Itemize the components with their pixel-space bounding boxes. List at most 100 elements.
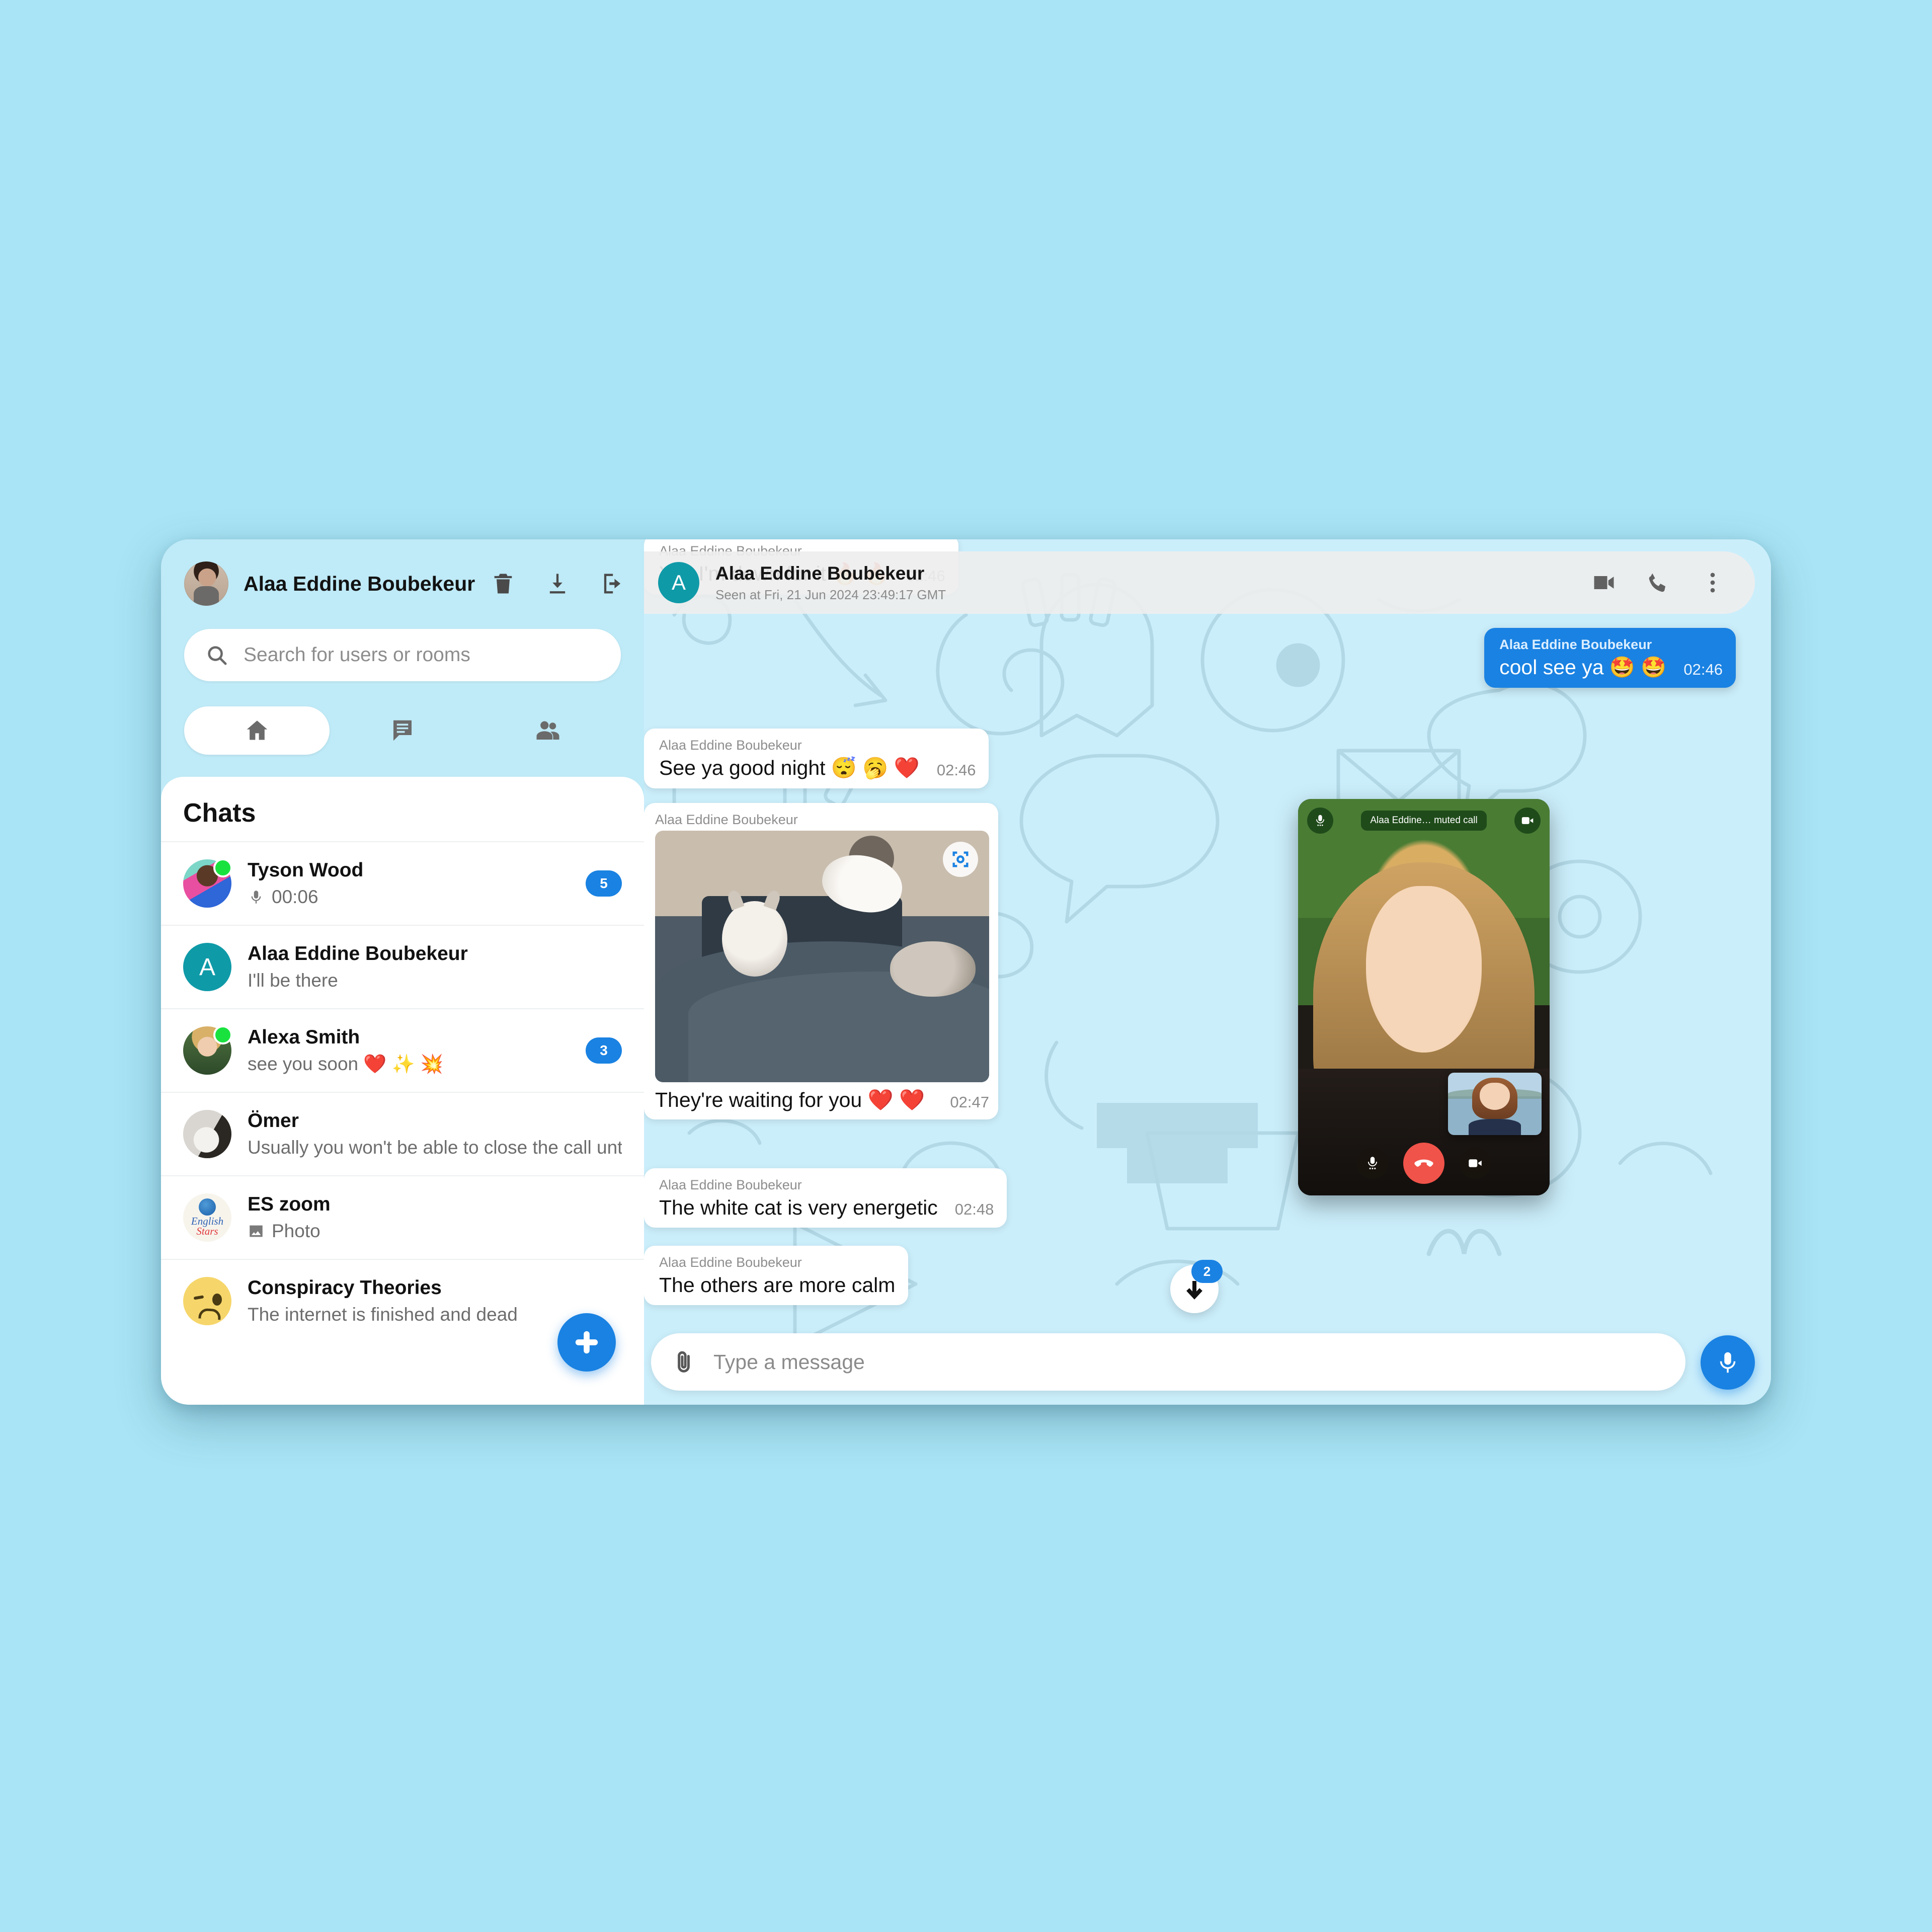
- voice-record-button[interactable]: [1701, 1335, 1755, 1390]
- list-item[interactable]: Ömer Usually you won't be able to close …: [161, 1092, 644, 1175]
- list-item-name: Ömer: [248, 1110, 299, 1132]
- message-bubble[interactable]: Alaa Eddine Boubekeur The white cat is v…: [644, 1168, 1007, 1228]
- download-icon[interactable]: [544, 571, 571, 597]
- microphone-icon: [1720, 1352, 1736, 1373]
- unread-badge: 2: [1191, 1260, 1223, 1283]
- list-item[interactable]: English Stars ES zoom Photo: [161, 1175, 644, 1259]
- list-item[interactable]: A Alaa Eddine Boubekeur I'll be there: [161, 925, 644, 1008]
- list-item-preview: I'll be there: [248, 970, 622, 991]
- message-image[interactable]: [655, 831, 989, 1082]
- camera-toggle-button[interactable]: [1460, 1148, 1491, 1179]
- message-sender: Alaa Eddine Boubekeur: [1499, 637, 1652, 652]
- online-status-dot: [213, 858, 232, 877]
- mic-toggle-button[interactable]: [1357, 1148, 1388, 1179]
- paperclip-icon[interactable]: [671, 1349, 696, 1375]
- search-box[interactable]: [184, 629, 621, 681]
- list-item[interactable]: Tyson Wood 00:06 5: [161, 841, 644, 925]
- delete-icon[interactable]: [490, 571, 516, 597]
- sidebar-item-home[interactable]: [184, 706, 330, 755]
- message-bubble[interactable]: Alaa Eddine Boubekeur See ya good night …: [644, 729, 989, 788]
- sidebar-header-actions: [490, 571, 630, 597]
- list-item-preview-text: I'll be there: [248, 970, 338, 991]
- sidebar-item-chats[interactable]: [330, 706, 475, 755]
- phone-call-icon[interactable]: [1645, 570, 1671, 596]
- list-item-preview-text: Usually you won't be able to close the c…: [248, 1137, 622, 1158]
- video-camera-icon: [1469, 1159, 1482, 1167]
- list-item-preview-text: see you soon ❤️ ✨ 💥: [248, 1053, 444, 1074]
- list-item-preview: Usually you won't be able to close the c…: [248, 1137, 622, 1158]
- message-row: Alaa Eddine Boubekeur They're waiting fo…: [644, 803, 998, 1119]
- message-bubble-photo[interactable]: Alaa Eddine Boubekeur They're waiting fo…: [644, 803, 998, 1119]
- profile-name: Alaa Eddine Boubekeur: [244, 572, 475, 595]
- message-sender: Alaa Eddine Boubekeur: [655, 812, 798, 827]
- list-item-name: Tyson Wood: [248, 859, 364, 881]
- message-row: Alaa Eddine Boubekeur cool see ya 🤩 🤩 02…: [1484, 628, 1736, 688]
- message-sender: Alaa Eddine Boubekeur: [659, 1177, 802, 1192]
- unread-badge: 3: [586, 1037, 622, 1064]
- message-input[interactable]: [712, 1349, 1665, 1375]
- video-camera-icon[interactable]: [1514, 808, 1541, 834]
- avatar-initial: A: [183, 943, 231, 991]
- avatar: A: [183, 943, 231, 991]
- avatar[interactable]: [184, 561, 228, 606]
- search-icon: [208, 646, 227, 665]
- message-bubble[interactable]: Alaa Eddine Boubekeur The others are mor…: [644, 1246, 909, 1305]
- message-sender: Alaa Eddine Boubekeur: [659, 738, 802, 753]
- list-item-name: Alaa Eddine Boubekeur: [248, 943, 468, 964]
- message-row: Alaa Eddine Boubekeur The others are mor…: [644, 1246, 909, 1305]
- unread-badge: 5: [586, 870, 622, 897]
- sidebar-tabs: [184, 706, 621, 755]
- message-time: 02:47: [950, 1093, 989, 1111]
- avatar: [183, 858, 232, 908]
- sidebar-header: Alaa Eddine Boubekeur: [161, 539, 644, 606]
- message-text: The white cat is very energetic: [659, 1196, 938, 1219]
- video-call-window[interactable]: Alaa Eddine… muted call: [1298, 799, 1550, 1195]
- call-status-banner: Alaa Eddine… muted call: [1361, 811, 1487, 831]
- message-time: 02:46: [936, 761, 976, 779]
- chat-header: A Alaa Eddine Boubekeur Seen at Fri, 21 …: [644, 551, 1755, 614]
- message-time: 02:46: [1683, 661, 1723, 678]
- scroll-to-bottom-button[interactable]: 2: [1170, 1260, 1223, 1313]
- avatar: English Stars: [183, 1193, 231, 1242]
- logout-icon[interactable]: [599, 571, 625, 597]
- microphone-muted-icon: [1367, 1157, 1378, 1170]
- image-scan-icon[interactable]: [943, 842, 978, 877]
- list-item-preview: Photo: [248, 1221, 622, 1242]
- video-call-icon[interactable]: [1591, 570, 1617, 596]
- message-text: They're waiting for you ❤️ ❤️: [655, 1088, 925, 1111]
- message-bubble[interactable]: Alaa Eddine Boubekeur cool see ya 🤩 🤩 02…: [1484, 628, 1736, 688]
- chat-header-actions: [1591, 570, 1726, 596]
- chats-heading: Chats: [183, 798, 256, 828]
- microphone-muted-icon[interactable]: [1307, 808, 1333, 834]
- search-input[interactable]: [243, 643, 600, 667]
- list-item-name: Alexa Smith: [248, 1026, 360, 1048]
- list-item-preview-text: Photo: [272, 1221, 320, 1241]
- chat-title: Alaa Eddine Boubekeur: [715, 562, 925, 584]
- message-composer[interactable]: [651, 1333, 1685, 1391]
- call-top-bar: Alaa Eddine… muted call: [1298, 799, 1550, 842]
- message-text: cool see ya 🤩 🤩: [1499, 656, 1667, 679]
- self-view-video[interactable]: [1448, 1073, 1542, 1135]
- chats-panel: Chats Tyson Wood 00:06 5 A Alaa Eddine B…: [161, 777, 644, 1405]
- sidebar-item-people[interactable]: [475, 706, 621, 755]
- avatar: [183, 1110, 231, 1158]
- more-vertical-icon[interactable]: [1700, 570, 1726, 596]
- phone-hangup-icon: [1414, 1159, 1433, 1167]
- call-controls: [1298, 1140, 1550, 1186]
- list-item[interactable]: Alexa Smith see you soon ❤️ ✨ 💥 3: [161, 1008, 644, 1092]
- list-item-preview-text: 00:06: [272, 887, 318, 907]
- avatar-logo-line2: Stars: [196, 1225, 218, 1237]
- end-call-button[interactable]: [1403, 1143, 1444, 1184]
- chat-panel: A Alaa Eddine Boubekeur Seen at Fri, 21 …: [644, 539, 1771, 1405]
- message-text: See ya good night 😴 🥱 ❤️: [659, 756, 920, 779]
- message-row: Alaa Eddine Boubekeur See ya good night …: [644, 729, 989, 788]
- list-item-preview-text: The internet is finished and dead: [248, 1304, 518, 1325]
- list-item-name: ES zoom: [248, 1193, 331, 1215]
- chat-bubble-icon: [393, 720, 412, 741]
- add-chat-button[interactable]: [557, 1313, 616, 1372]
- list-item-name: Conspiracy Theories: [248, 1277, 442, 1299]
- remote-video-feed: [1298, 799, 1550, 1195]
- message-row: Alaa Eddine Boubekeur The white cat is v…: [644, 1168, 1007, 1228]
- globe-icon: [198, 1198, 216, 1216]
- sidebar: Alaa Eddine Boubekeur Search for users o…: [161, 539, 644, 1405]
